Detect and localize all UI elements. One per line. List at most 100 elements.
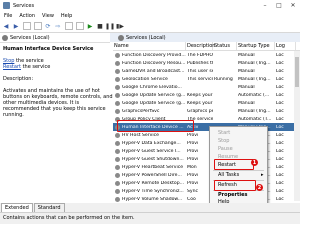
restart-highlight bbox=[214, 159, 254, 170]
service-logon-cell: Loc bbox=[276, 132, 284, 138]
service-logon-cell: Loc bbox=[276, 148, 284, 154]
service-name-cell: Google Update Service (g... bbox=[122, 100, 186, 106]
service-name-cell: Function Discovery Resou... bbox=[122, 60, 186, 66]
stop-service-icon[interactable]: ■ bbox=[96, 22, 104, 30]
service-logon-cell: Loc bbox=[276, 92, 284, 98]
table-row[interactable]: GraphicsPerfSvc Graphics pe... Manual (Tri… bbox=[113, 107, 300, 115]
service-gear-icon bbox=[115, 60, 120, 66]
context-all-tasks[interactable]: All Tasks bbox=[218, 172, 239, 178]
service-startup-cell: Manual bbox=[238, 100, 255, 106]
service-name-cell: Hyper-V Volume Shadow... bbox=[122, 196, 183, 202]
service-name-cell: Google Chrome Elevatio... bbox=[122, 84, 182, 90]
column-description[interactable]: Description bbox=[186, 42, 215, 50]
service-logon-cell: Loc bbox=[276, 108, 284, 114]
window-title: Services bbox=[13, 2, 35, 9]
close-icon[interactable]: ✕ bbox=[286, 0, 300, 11]
service-logon-cell: Loc bbox=[276, 180, 284, 186]
export-icon[interactable]: ⇨ bbox=[54, 22, 62, 30]
table-row[interactable]: Hyper-V Heartbeat ServiceMonManual (Trig… bbox=[113, 163, 300, 171]
service-logon-cell: Loc bbox=[276, 76, 284, 82]
service-name-cell: Function Discovery Provid... bbox=[122, 52, 186, 58]
table-row[interactable]: Google Update Service (g...Keeps your ..… bbox=[113, 99, 300, 107]
minimize-icon[interactable]: – bbox=[258, 0, 272, 11]
service-logon-cell: Loc bbox=[276, 164, 284, 170]
service-name-cell: Hyper-V Time Synchroniz... bbox=[122, 188, 184, 194]
step-badge-2: 2 bbox=[256, 184, 263, 191]
back-icon[interactable]: ◀ bbox=[2, 22, 10, 30]
menu-help[interactable]: Help bbox=[61, 13, 72, 19]
forward-icon[interactable]: ▶ bbox=[12, 22, 20, 30]
restart-service-icon[interactable]: ▮▶ bbox=[116, 22, 124, 30]
menu-view[interactable]: View bbox=[42, 13, 54, 19]
column-status[interactable]: Status bbox=[213, 42, 237, 50]
step-badge-1: 1 bbox=[251, 159, 258, 166]
service-logon-cell: Loc bbox=[276, 188, 284, 194]
service-logon-cell: Loc bbox=[276, 140, 284, 146]
table-row[interactable]: Function Discovery Resou...Publishes th.… bbox=[113, 59, 300, 67]
table-row[interactable]: Geolocation Service This service ...Runni… bbox=[113, 75, 300, 83]
service-logon-cell: Loc bbox=[276, 84, 284, 90]
service-startup-cell: Manual bbox=[238, 84, 255, 90]
table-row[interactable]: Hyper-V Volume Shadow...CooManual (Trig.… bbox=[113, 195, 300, 203]
pause-service-icon[interactable]: ❚❚ bbox=[105, 22, 115, 30]
menu-file[interactable]: File bbox=[4, 13, 12, 19]
properties-icon[interactable] bbox=[34, 22, 42, 30]
table-row[interactable]: Hyper-V Guest Shutdown...ProviManual (Tr… bbox=[113, 155, 300, 163]
service-logon-cell: Loc bbox=[276, 172, 284, 178]
services-window: Services – □ ✕ File Action View Help ◀ ▶… bbox=[0, 0, 300, 224]
service-gear-icon bbox=[115, 132, 120, 138]
service-description-cell: Graphics pe... bbox=[187, 108, 213, 114]
tree-item-services-local[interactable]: Services (Local) bbox=[0, 33, 110, 43]
service-description-cell: Keeps your ... bbox=[187, 92, 213, 98]
service-description-cell: This service ... bbox=[187, 76, 213, 82]
restart-service-link[interactable]: Restart bbox=[3, 64, 21, 70]
help-icon[interactable] bbox=[65, 22, 73, 30]
show-hide-icon[interactable] bbox=[76, 22, 84, 30]
refresh-icon[interactable]: ⟳ bbox=[44, 22, 52, 30]
column-name[interactable]: Name bbox=[113, 42, 186, 50]
service-gear-icon bbox=[115, 68, 120, 74]
tab-standard[interactable]: Standard bbox=[33, 203, 65, 212]
service-name-cell: Hyper-V PowerShell Dire... bbox=[122, 172, 182, 178]
scrollbar-thumb[interactable] bbox=[295, 57, 299, 87]
service-gear-icon bbox=[115, 180, 120, 186]
column-startup-type[interactable]: Startup Type bbox=[237, 42, 275, 50]
menu-action[interactable]: Action bbox=[19, 13, 35, 19]
table-row[interactable]: Hyper-V Remote Desktop...ProviManual (Tr… bbox=[113, 179, 300, 187]
table-row[interactable]: Hyper-V Time Synchroniz...SyncManual (Tr… bbox=[113, 187, 300, 195]
service-logon-cell: Loc bbox=[276, 196, 284, 202]
vertical-scrollbar[interactable] bbox=[294, 51, 300, 201]
column-log-on-as[interactable]: Log bbox=[275, 42, 296, 50]
start-service-icon[interactable]: ▶ bbox=[86, 22, 94, 30]
view-tabs: Extended Standard bbox=[0, 203, 300, 212]
table-row[interactable]: Hyper-V Data Exchange...ProviManual (Tri… bbox=[113, 139, 300, 147]
service-description-cell: Keeps your ... bbox=[187, 100, 213, 106]
service-gear-icon bbox=[115, 196, 120, 202]
context-properties[interactable]: Properties bbox=[218, 192, 247, 198]
table-row[interactable]: Hyper-V PowerShell Dire...ProviManual (T… bbox=[113, 171, 300, 179]
service-logon-cell: Loc bbox=[276, 60, 284, 66]
selected-service-name: Human Interface Device Service bbox=[3, 46, 94, 52]
service-name-cell: Geolocation Service bbox=[122, 76, 168, 82]
service-logon-cell: Loc bbox=[276, 52, 284, 58]
context-pause[interactable]: Pause bbox=[218, 146, 233, 152]
service-startup-cell: Manual bbox=[238, 68, 255, 74]
table-row[interactable]: Google Chrome Elevatio... Manual Loc bbox=[113, 83, 300, 91]
table-row[interactable]: GameDVR and Broadcast...This user ser...… bbox=[113, 67, 300, 75]
context-start[interactable]: Start bbox=[218, 130, 230, 136]
service-gear-icon bbox=[115, 140, 120, 146]
submenu-arrow-icon: ▸ bbox=[261, 172, 264, 178]
service-name-cell: GameDVR and Broadcast... bbox=[122, 68, 185, 74]
service-gear-icon bbox=[115, 92, 120, 98]
table-row[interactable]: Hyper-V Guest Service I...ProviManual (T… bbox=[113, 147, 300, 155]
table-row[interactable]: HV Host ServiceProviManual (Trig...Loc bbox=[113, 131, 300, 139]
console-tree-icon[interactable] bbox=[23, 22, 31, 30]
tab-extended[interactable]: Extended bbox=[1, 203, 33, 212]
table-row[interactable]: Google Update Service (g...Keeps your ..… bbox=[113, 91, 300, 99]
service-startup-cell: Manual (Trig... bbox=[238, 60, 271, 66]
context-stop[interactable]: Stop bbox=[218, 138, 229, 144]
table-row[interactable]: Function Discovery Provid...The FDPHO...… bbox=[113, 51, 300, 59]
service-gear-icon bbox=[115, 164, 120, 170]
maximize-icon[interactable]: □ bbox=[272, 0, 286, 11]
context-separator bbox=[213, 170, 264, 171]
